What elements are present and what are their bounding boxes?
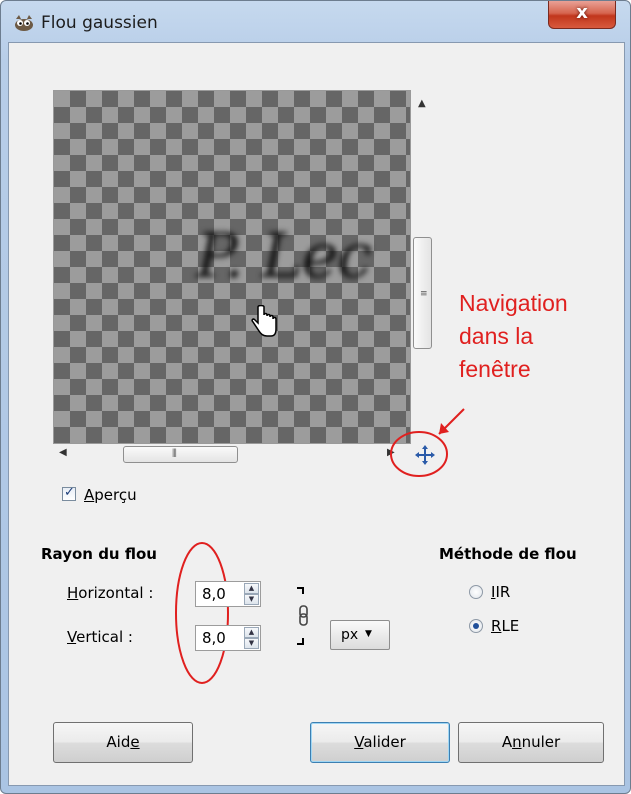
scroll-up-icon[interactable]: ▲: [418, 98, 426, 109]
window-title: Flou gaussien: [41, 13, 158, 33]
horizontal-spin-buttons[interactable]: ▲ ▼: [244, 582, 260, 606]
grip-icon: ≡: [420, 289, 428, 299]
vertical-input[interactable]: [196, 626, 242, 650]
valider-button[interactable]: Valider: [310, 722, 450, 763]
spin-down-icon[interactable]: ▼: [244, 594, 259, 605]
aide-button[interactable]: Aide: [53, 722, 193, 763]
horizontal-label: Horizontal :: [67, 584, 154, 602]
vertical-spinbox[interactable]: ▲ ▼: [195, 625, 261, 651]
grip-icon: ⦀: [172, 447, 177, 460]
preview-canvas[interactable]: P. Lec: [53, 90, 411, 444]
gimp-wilber-icon: [15, 15, 33, 31]
chain-link-icon[interactable]: [295, 586, 313, 646]
dialog-window: Flou gaussien x P. Lec ▲ ≡ ◀ ⦀ ▶ Navigat…: [0, 0, 631, 794]
title-bar[interactable]: Flou gaussien x: [1, 1, 630, 41]
annotation-text: Navigation dans la fenêtre: [459, 287, 629, 386]
annotation-line: fenêtre: [459, 356, 531, 382]
horizontal-spinbox[interactable]: ▲ ▼: [195, 581, 261, 607]
apercu-checkbox[interactable]: ✓: [62, 485, 76, 501]
close-button[interactable]: x: [548, 1, 616, 29]
vertical-spin-buttons[interactable]: ▲ ▼: [244, 626, 260, 650]
vertical-label: Vertical :: [67, 628, 133, 646]
radio-rle-button[interactable]: [469, 619, 483, 633]
chevron-down-icon: ▼: [365, 629, 372, 639]
horizontal-scroll-thumb[interactable]: ⦀: [123, 446, 238, 463]
preview-blurred-text: P. Lec: [196, 219, 372, 292]
move-arrows-icon[interactable]: [413, 443, 437, 467]
annotation-line: dans la: [459, 323, 534, 349]
unit-value: px: [341, 627, 359, 643]
horizontal-input[interactable]: [196, 582, 242, 606]
scroll-right-icon[interactable]: ▶: [387, 447, 395, 458]
scroll-left-icon[interactable]: ◀: [59, 447, 67, 458]
checkmark-icon: ✓: [64, 485, 75, 500]
close-icon: x: [576, 2, 588, 23]
dialog-content: P. Lec ▲ ≡ ◀ ⦀ ▶ Navigation dans la fenê…: [8, 42, 625, 786]
radio-iir-button[interactable]: [469, 585, 483, 599]
spin-up-icon[interactable]: ▲: [244, 583, 259, 594]
spin-up-icon[interactable]: ▲: [244, 627, 259, 638]
hand-pointer-icon: [251, 305, 277, 337]
apercu-label[interactable]: Aperçu: [84, 486, 137, 504]
vertical-scroll-thumb[interactable]: ≡: [413, 237, 432, 349]
radio-rle-label[interactable]: RLE: [491, 617, 519, 635]
spin-down-icon[interactable]: ▼: [244, 638, 259, 649]
unit-dropdown[interactable]: px ▼: [330, 620, 390, 650]
horizontal-scrollbar[interactable]: ◀ ⦀ ▶: [53, 444, 409, 466]
rayon-heading: Rayon du flou: [41, 545, 157, 563]
annotation-line: Navigation: [459, 290, 568, 316]
methode-heading: Méthode de flou: [439, 545, 577, 563]
vertical-scrollbar[interactable]: ▲ ≡: [411, 90, 435, 442]
radio-iir-label[interactable]: IIR: [491, 583, 510, 601]
annuler-button[interactable]: Annuler: [458, 722, 604, 763]
